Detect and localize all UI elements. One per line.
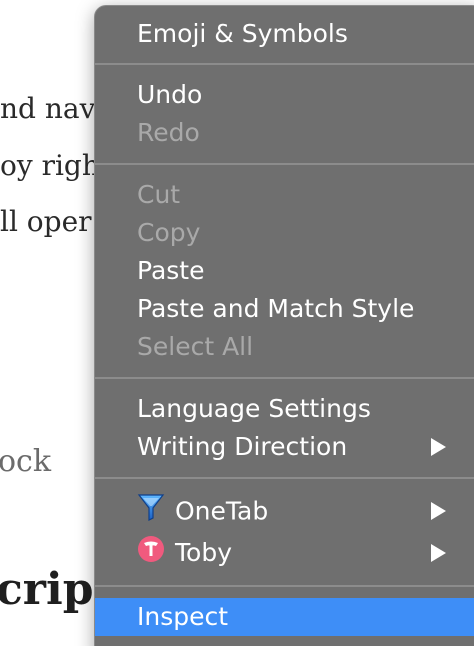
menu-item-label: Copy: [137, 218, 201, 247]
menu-item-emoji-symbols[interactable]: Emoji & Symbols: [95, 15, 474, 53]
menu-item-paste[interactable]: Paste: [95, 252, 474, 290]
menu-separator: [95, 163, 474, 165]
menu-item-label: Select All: [137, 332, 254, 361]
menu-item-language-settings[interactable]: Language Settings: [95, 390, 474, 428]
menu-item-label: Emoji & Symbols: [137, 19, 348, 48]
menu-item-label: Language Settings: [137, 394, 371, 423]
page-text-line: ll oper: [0, 205, 92, 238]
menu-item-label: Paste: [137, 256, 205, 285]
menu-item-label: Undo: [137, 80, 203, 109]
menu-item-select-all: Select All: [95, 328, 474, 366]
toby-t-icon: [137, 535, 165, 574]
submenu-arrow-icon: [431, 438, 446, 456]
menu-item-label: Paste and Match Style: [137, 294, 415, 323]
menu-item-paste-match-style[interactable]: Paste and Match Style: [95, 290, 474, 328]
page-text-line: nd nav: [0, 92, 96, 125]
menu-item-label: Redo: [137, 118, 200, 147]
menu-item-label: Toby: [175, 538, 232, 567]
menu-separator: [95, 585, 474, 587]
onetab-funnel-icon: [137, 492, 165, 533]
menu-item-label: OneTab: [175, 496, 269, 526]
submenu-arrow-icon: [431, 544, 446, 562]
menu-item-label: Cut: [137, 180, 181, 209]
browser-page: nd nav oy righ ll oper ock crip Emoji & …: [0, 0, 474, 646]
menu-item-toby[interactable]: Toby: [95, 534, 474, 572]
page-text-line: oy righ: [0, 149, 100, 182]
menu-item-onetab[interactable]: OneTab: [95, 492, 474, 530]
menu-separator: [95, 377, 474, 379]
menu-item-inspect[interactable]: Inspect: [95, 598, 474, 636]
context-menu: Emoji & Symbols Undo Redo Cut Copy Paste…: [94, 5, 474, 646]
menu-item-writing-direction[interactable]: Writing Direction: [95, 428, 474, 466]
menu-separator: [95, 477, 474, 479]
menu-separator: [95, 63, 474, 65]
menu-item-redo: Redo: [95, 114, 474, 152]
menu-item-copy: Copy: [95, 214, 474, 252]
page-text-line: ock: [0, 444, 52, 479]
menu-item-undo[interactable]: Undo: [95, 76, 474, 114]
page-heading: crip: [0, 564, 94, 615]
menu-item-label: Writing Direction: [137, 432, 348, 461]
menu-item-cut: Cut: [95, 176, 474, 214]
submenu-arrow-icon: [431, 502, 446, 520]
menu-item-label: Inspect: [137, 602, 229, 631]
